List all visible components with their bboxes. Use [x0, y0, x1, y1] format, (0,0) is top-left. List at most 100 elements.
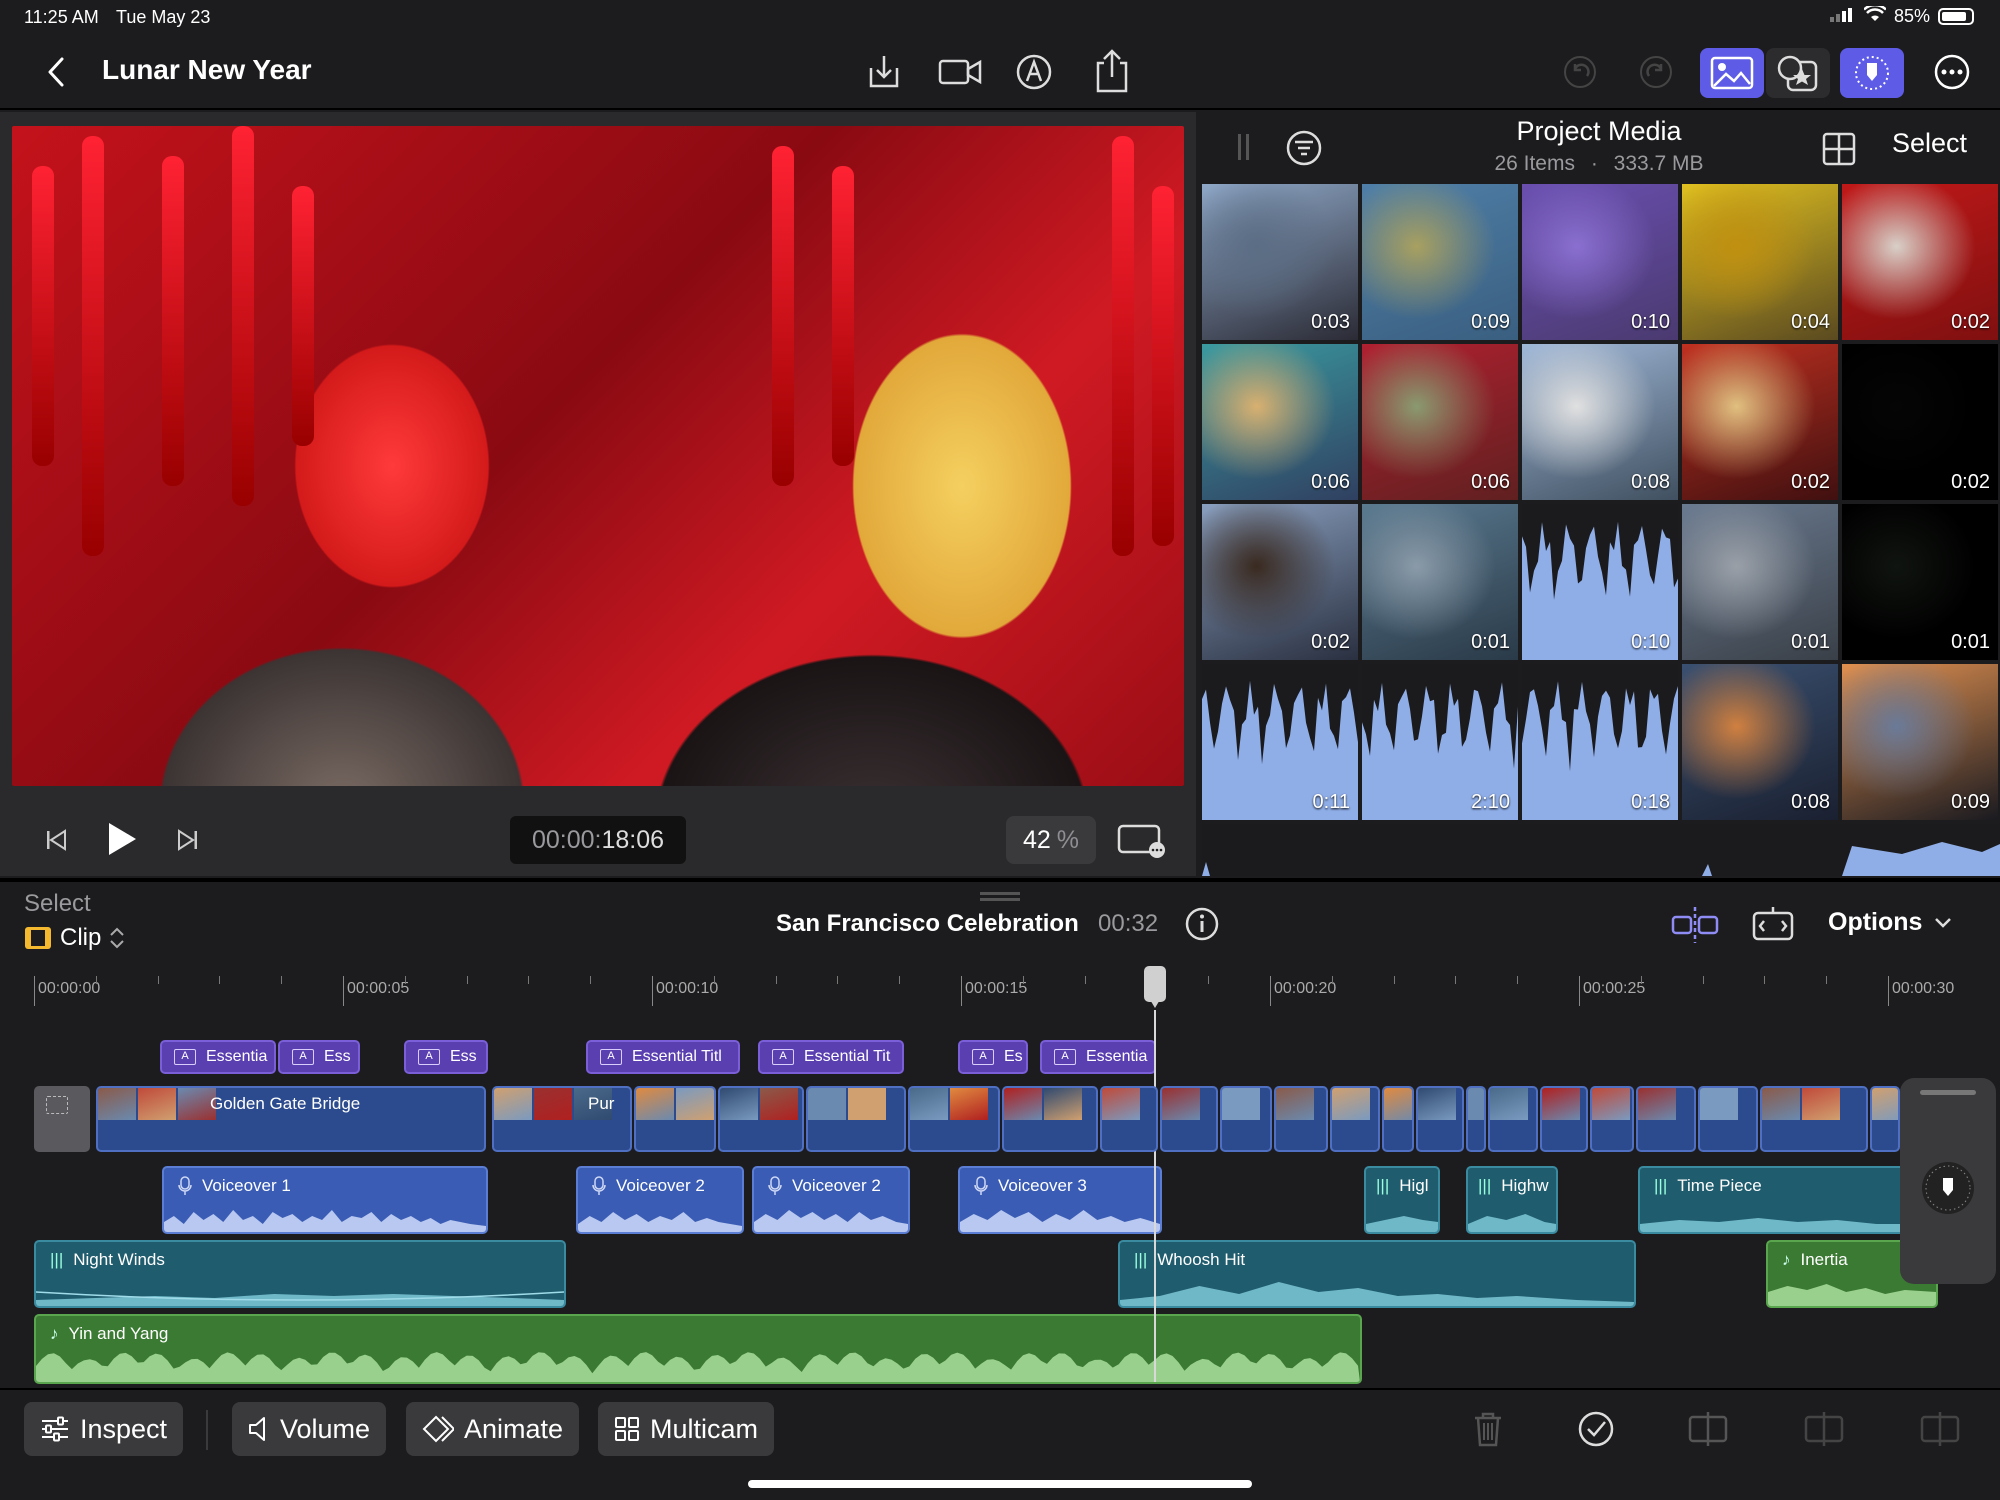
previous-button[interactable]: [38, 820, 74, 860]
skimming-button[interactable]: [1748, 902, 1798, 948]
audio-thumbnail[interactable]: 0:11: [1202, 664, 1358, 820]
grid-view-button[interactable]: [1818, 128, 1860, 170]
split-button[interactable]: [1686, 1404, 1730, 1454]
video-clip[interactable]: [1636, 1086, 1696, 1152]
video-clip[interactable]: [1540, 1086, 1588, 1152]
more-button[interactable]: [1928, 48, 1976, 96]
trim-start-button[interactable]: [1802, 1404, 1846, 1454]
info-button[interactable]: [1182, 904, 1222, 944]
sound-effect-clip[interactable]: ||| Time Piece: [1638, 1166, 1908, 1234]
video-clip[interactable]: [718, 1086, 804, 1152]
video-thumbnail[interactable]: 0:08: [1522, 344, 1678, 500]
video-clip[interactable]: [1274, 1086, 1328, 1152]
trim-end-button[interactable]: [1918, 1404, 1962, 1454]
video-clip[interactable]: [1466, 1086, 1486, 1152]
video-clip[interactable]: [1382, 1086, 1414, 1152]
video-thumbnail[interactable]: 0:01: [1362, 504, 1518, 660]
redo-button[interactable]: [1632, 48, 1680, 96]
timeline-ruler[interactable]: 00:00:00 00:00:05 00:00:10 00:00:15 00:00:20…: [0, 966, 2000, 1010]
audio-thumbnail[interactable]: 0:18: [1522, 664, 1678, 820]
sound-effect-clip[interactable]: ||| Higl: [1364, 1166, 1440, 1234]
title-clip[interactable]: A Essential Titl: [586, 1040, 740, 1074]
video-thumbnail[interactable]: 0:09: [1362, 184, 1518, 340]
video-clip[interactable]: [1488, 1086, 1538, 1152]
timeline-jog-panel[interactable]: [1900, 1078, 1996, 1284]
video-clip[interactable]: [1698, 1086, 1758, 1152]
video-clip[interactable]: [1590, 1086, 1634, 1152]
video-clip[interactable]: Pur: [492, 1086, 632, 1152]
animate-button[interactable]: Animate: [406, 1402, 580, 1456]
video-clip[interactable]: [1330, 1086, 1380, 1152]
inspector-toggle[interactable]: [1840, 48, 1904, 98]
title-clip[interactable]: A Essentia: [1040, 1040, 1156, 1074]
import-button[interactable]: [860, 48, 908, 96]
video-thumbnail[interactable]: 0:03: [1202, 184, 1358, 340]
video-clip[interactable]: [1760, 1086, 1868, 1152]
video-thumbnail[interactable]: 0:02: [1682, 344, 1838, 500]
video-thumbnail[interactable]: 0:08: [1682, 664, 1838, 820]
share-button[interactable]: [1088, 46, 1136, 96]
video-thumbnail[interactable]: 0:06: [1202, 344, 1358, 500]
voiceover-clip[interactable]: Voiceover 1: [162, 1166, 488, 1234]
options-menu[interactable]: Options: [1828, 908, 1952, 937]
viewer-options-button[interactable]: [1114, 820, 1170, 862]
audio-thumbnail[interactable]: 0:10: [1522, 504, 1678, 660]
video-thumbnail[interactable]: 0:02: [1202, 504, 1358, 660]
next-button[interactable]: [170, 820, 206, 860]
video-clip[interactable]: [1100, 1086, 1158, 1152]
video-preview[interactable]: [12, 126, 1184, 786]
video-thumbnail[interactable]: 0:02: [1842, 344, 1998, 500]
title-clip[interactable]: A Essential Tit: [758, 1040, 904, 1074]
inspect-button[interactable]: Inspect: [24, 1402, 184, 1456]
video-clip[interactable]: [1002, 1086, 1098, 1152]
video-clip[interactable]: [1220, 1086, 1272, 1152]
camera-button[interactable]: [936, 48, 984, 96]
snapping-button[interactable]: [1668, 902, 1722, 948]
audio-thumbnail[interactable]: 2:10: [1362, 664, 1518, 820]
voiceover-button[interactable]: [1010, 48, 1058, 96]
media-browser-toggle[interactable]: [1700, 48, 1764, 98]
browser-select-button[interactable]: Select: [1892, 128, 1967, 159]
zoom-control[interactable]: 42 %: [1006, 816, 1096, 864]
title-clip[interactable]: A Essentia: [160, 1040, 276, 1074]
music-clip[interactable]: ♪ Yin and Yang: [34, 1314, 1362, 1384]
sound-effect-clip[interactable]: ||| Whoosh Hit: [1118, 1240, 1636, 1308]
clip-mode-selector[interactable]: Clip: [24, 924, 125, 952]
voiceover-clip[interactable]: Voiceover 3: [958, 1166, 1162, 1234]
effects-browser-toggle[interactable]: [1766, 48, 1830, 98]
title-clip[interactable]: A Es: [958, 1040, 1028, 1074]
title-clip[interactable]: A Ess: [278, 1040, 360, 1074]
sound-effect-clip[interactable]: ||| Highw: [1466, 1166, 1558, 1234]
jog-dial-icon[interactable]: [1920, 1160, 1976, 1216]
video-thumbnail[interactable]: 0:01: [1682, 504, 1838, 660]
delete-button[interactable]: [1466, 1404, 1510, 1454]
done-button[interactable]: [1574, 1404, 1618, 1454]
panel-drag-handle[interactable]: [980, 892, 1020, 895]
volume-button[interactable]: Volume: [232, 1402, 387, 1456]
timecode-display[interactable]: 00:00: 18:06: [510, 816, 686, 864]
sound-effect-clip[interactable]: ||| Night Winds: [34, 1240, 566, 1308]
video-thumbnail[interactable]: 0:02: [1842, 184, 1998, 340]
undo-button[interactable]: [1556, 48, 1604, 96]
back-button[interactable]: [36, 50, 76, 94]
multicam-button[interactable]: Multicam: [598, 1402, 775, 1456]
video-thumbnail[interactable]: 0:04: [1682, 184, 1838, 340]
video-clip[interactable]: [908, 1086, 1000, 1152]
gap-clip[interactable]: [34, 1086, 90, 1152]
video-thumbnail[interactable]: 0:09: [1842, 664, 1998, 820]
voiceover-clip[interactable]: Voiceover 2: [576, 1166, 744, 1234]
title-clip[interactable]: A Ess: [404, 1040, 488, 1074]
video-thumbnail[interactable]: 0:06: [1362, 344, 1518, 500]
timeline[interactable]: A Essentia A Ess A Ess A Essential Titl A Ess…: [0, 1010, 2000, 1388]
video-clip[interactable]: Golden Gate Bridge: [96, 1086, 486, 1152]
video-clip[interactable]: [1416, 1086, 1464, 1152]
video-clip[interactable]: [1870, 1086, 1900, 1152]
jog-handle[interactable]: [1920, 1090, 1976, 1095]
play-button[interactable]: [100, 814, 144, 864]
video-clip[interactable]: [1160, 1086, 1218, 1152]
home-indicator[interactable]: [748, 1480, 1252, 1488]
video-thumbnail[interactable]: 0:01: [1842, 504, 1998, 660]
video-thumbnail[interactable]: 0:10: [1522, 184, 1678, 340]
voiceover-clip[interactable]: Voiceover 2: [752, 1166, 910, 1234]
playhead-handle[interactable]: [1144, 966, 1166, 1002]
